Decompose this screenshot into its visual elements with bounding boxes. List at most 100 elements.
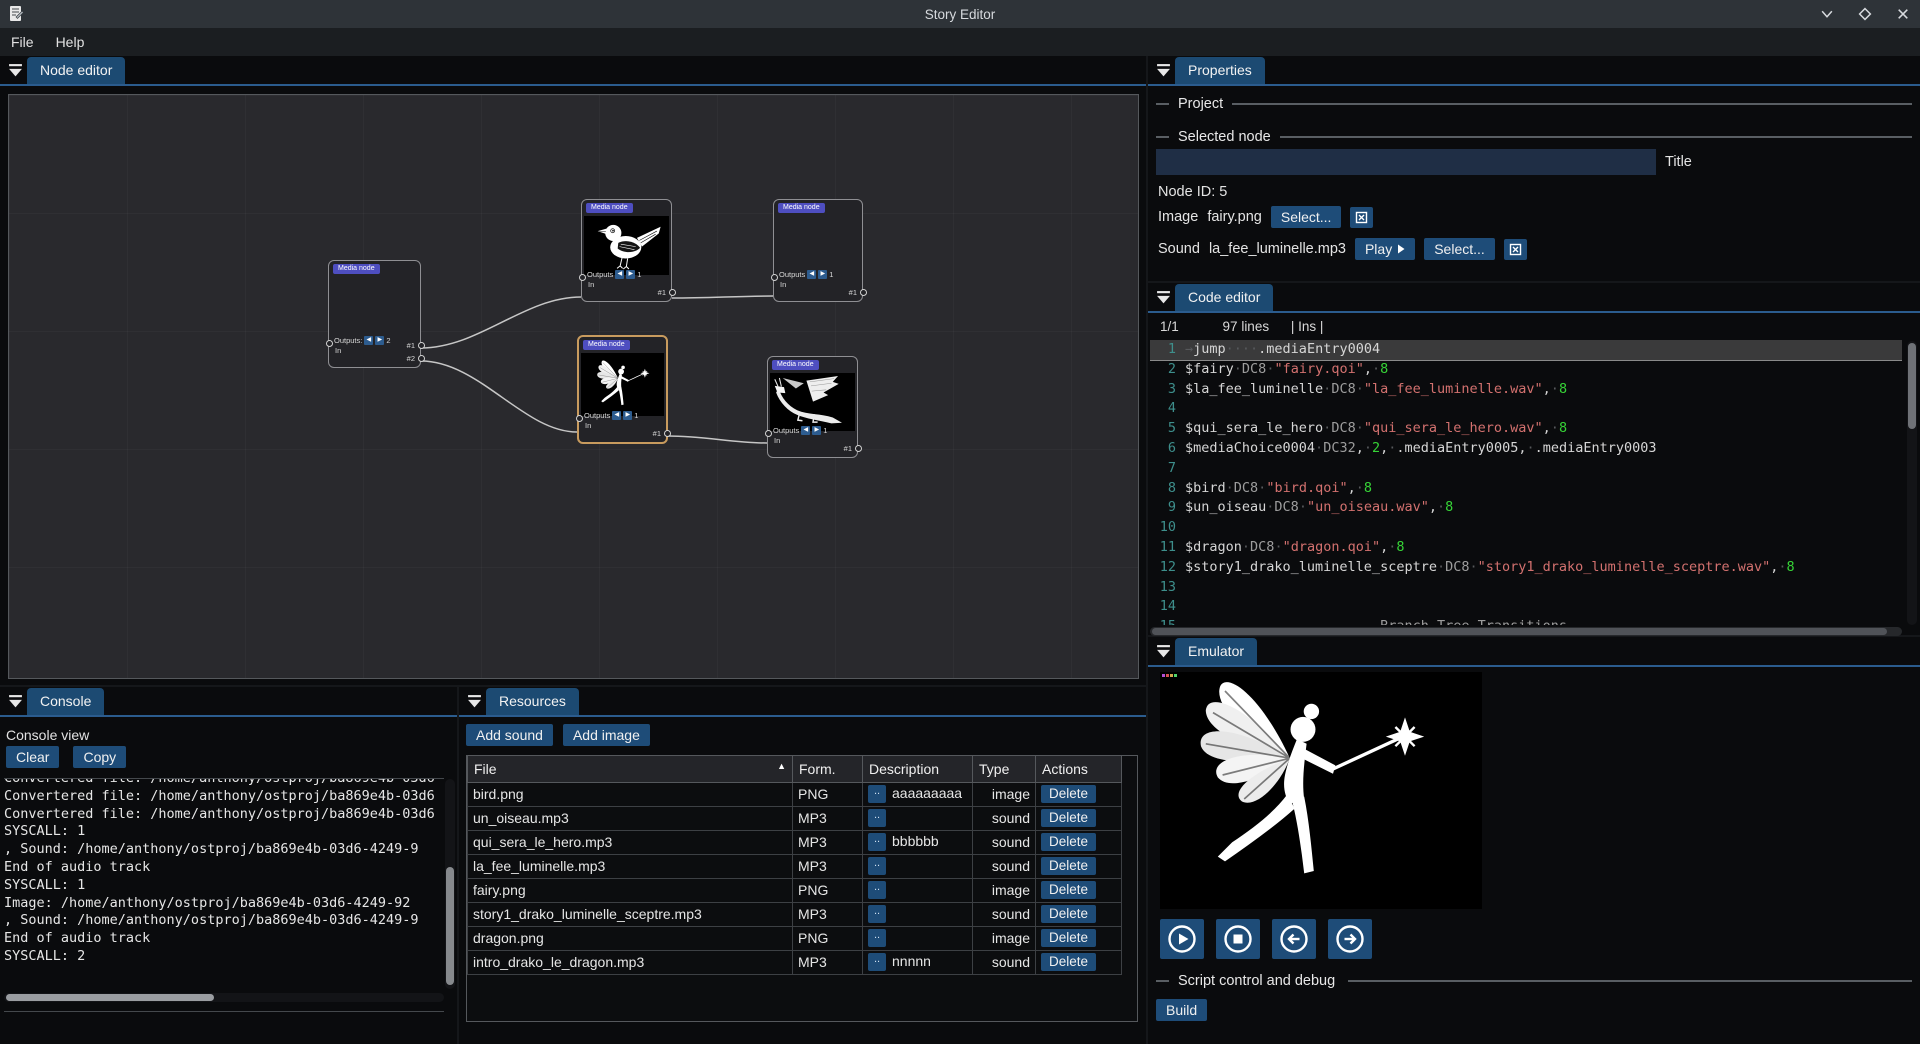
- code-area[interactable]: 1→jump····.mediaEntry00042$fairy·DC8·"fa…: [1150, 340, 1902, 625]
- step-back-button[interactable]: [1272, 919, 1316, 959]
- maximize-button[interactable]: [1858, 7, 1872, 21]
- edit-description-button[interactable]: ..: [868, 833, 886, 851]
- stop-button[interactable]: [1216, 919, 1260, 959]
- edit-description-button[interactable]: ..: [868, 905, 886, 923]
- add-sound-button[interactable]: Add sound: [466, 724, 553, 746]
- output-pin[interactable]: [418, 342, 425, 349]
- delete-button[interactable]: Delete: [1041, 881, 1096, 899]
- collapse-panel-icon[interactable]: [1156, 290, 1171, 305]
- increase-outputs-button[interactable]: ▶: [626, 270, 635, 279]
- tab-console[interactable]: Console: [27, 688, 104, 715]
- column-description[interactable]: Description: [863, 756, 973, 782]
- cell-file: dragon.png: [468, 926, 793, 950]
- graph-node[interactable]: Media node Outputs ◀ ▶ 1 In #1: [773, 199, 863, 302]
- console-horizontal-scrollbar[interactable]: [4, 993, 444, 1002]
- edit-description-button[interactable]: ..: [868, 929, 886, 947]
- input-pin[interactable]: [326, 340, 333, 347]
- increase-outputs-button[interactable]: ▶: [623, 411, 632, 420]
- delete-button[interactable]: Delete: [1041, 785, 1096, 803]
- delete-button[interactable]: Delete: [1041, 953, 1096, 971]
- collapse-panel-icon[interactable]: [1156, 63, 1171, 78]
- output-pin[interactable]: [664, 430, 671, 437]
- tab-resources[interactable]: Resources: [486, 688, 579, 715]
- edit-description-button[interactable]: ..: [868, 809, 886, 827]
- increase-outputs-button[interactable]: ▶: [812, 426, 821, 435]
- play-button[interactable]: [1160, 919, 1204, 959]
- input-pin[interactable]: [579, 274, 586, 281]
- output-pin[interactable]: [418, 355, 425, 362]
- output-pin[interactable]: [860, 289, 867, 296]
- table-row[interactable]: intro_drako_le_dragon.mp3MP3..nnnnnsound…: [468, 950, 1122, 974]
- edit-description-button[interactable]: ..: [868, 857, 886, 875]
- table-row[interactable]: qui_sera_le_hero.mp3MP3..bbbbbbsoundDele…: [468, 830, 1122, 854]
- menu-help[interactable]: Help: [45, 30, 96, 54]
- decrease-outputs-button[interactable]: ◀: [615, 270, 624, 279]
- collapse-panel-icon[interactable]: [8, 694, 23, 709]
- column-type[interactable]: Type: [973, 756, 1036, 782]
- clear-button[interactable]: Clear: [6, 746, 59, 768]
- clear-sound-button[interactable]: [1504, 239, 1527, 260]
- node-output-row: #1: [658, 288, 668, 297]
- table-row[interactable]: dragon.pngPNG..imageDelete: [468, 926, 1122, 950]
- table-row[interactable]: fairy.pngPNG..imageDelete: [468, 878, 1122, 902]
- decrease-outputs-button[interactable]: ◀: [807, 270, 816, 279]
- edit-description-button[interactable]: ..: [868, 881, 886, 899]
- node-graph-canvas[interactable]: Media node Outputs: ◀ ▶ 2 In #1 #2 Media…: [8, 94, 1139, 679]
- collapse-panel-icon[interactable]: [8, 63, 23, 78]
- edit-description-button[interactable]: ..: [868, 953, 886, 971]
- table-row[interactable]: la_fee_luminelle.mp3MP3..soundDelete: [468, 854, 1122, 878]
- increase-outputs-button[interactable]: ▶: [375, 336, 384, 345]
- build-button[interactable]: Build: [1156, 999, 1207, 1021]
- tab-code-editor[interactable]: Code editor: [1175, 284, 1273, 311]
- increase-outputs-button[interactable]: ▶: [818, 270, 827, 279]
- copy-button[interactable]: Copy: [73, 746, 126, 768]
- select-sound-button[interactable]: Select...: [1424, 238, 1495, 260]
- menu-file[interactable]: File: [0, 30, 45, 54]
- play-sound-button[interactable]: Play: [1355, 238, 1415, 260]
- line-number: 4: [1150, 399, 1176, 419]
- input-pin[interactable]: [765, 430, 772, 437]
- code-vertical-scrollbar[interactable]: [1907, 341, 1917, 625]
- table-row[interactable]: un_oiseau.mp3MP3..soundDelete: [468, 806, 1122, 830]
- graph-node-dragon[interactable]: Media node Outputs ◀ ▶ 1 In #1: [767, 356, 858, 458]
- decrease-outputs-button[interactable]: ◀: [801, 426, 810, 435]
- console-vertical-scrollbar[interactable]: [445, 779, 455, 989]
- delete-button[interactable]: Delete: [1041, 833, 1096, 851]
- output-pin[interactable]: [669, 289, 676, 296]
- delete-button[interactable]: Delete: [1041, 905, 1096, 923]
- line-number: 10: [1150, 518, 1176, 538]
- column-form[interactable]: Form.: [793, 756, 863, 782]
- edit-description-button[interactable]: ..: [868, 785, 886, 803]
- properties-tabrow: Properties: [1148, 56, 1920, 86]
- select-image-button[interactable]: Select...: [1271, 206, 1342, 228]
- graph-node-bird[interactable]: Media node Outputs ◀ ▶ 1 In #1: [581, 199, 672, 302]
- collapse-panel-icon[interactable]: [1156, 644, 1171, 659]
- graph-node[interactable]: Media node Outputs: ◀ ▶ 2 In #1 #2: [328, 260, 421, 368]
- close-button[interactable]: [1896, 7, 1910, 21]
- delete-button[interactable]: Delete: [1041, 929, 1096, 947]
- tab-properties[interactable]: Properties: [1175, 57, 1265, 84]
- code-horizontal-scrollbar[interactable]: [1150, 627, 1902, 636]
- minimize-button[interactable]: [1820, 7, 1834, 21]
- add-image-button[interactable]: Add image: [563, 724, 650, 746]
- title-input[interactable]: [1156, 149, 1656, 175]
- collapse-panel-icon[interactable]: [467, 694, 482, 709]
- cell-form: MP3: [793, 950, 863, 974]
- input-pin[interactable]: [576, 415, 583, 422]
- column-file[interactable]: File▲: [468, 756, 793, 782]
- tab-emulator[interactable]: Emulator: [1175, 638, 1257, 665]
- decrease-outputs-button[interactable]: ◀: [612, 411, 621, 420]
- table-row[interactable]: story1_drako_luminelle_sceptre.mp3MP3..s…: [468, 902, 1122, 926]
- table-row[interactable]: bird.pngPNG..aaaaaaaaaimageDelete: [468, 782, 1122, 806]
- delete-button[interactable]: Delete: [1041, 857, 1096, 875]
- tab-node-editor[interactable]: Node editor: [27, 57, 125, 84]
- console-log[interactable]: Convertered file: /home/anthony/ostproj/…: [4, 778, 444, 990]
- output-pin[interactable]: [855, 445, 862, 452]
- input-pin[interactable]: [771, 274, 778, 281]
- graph-node-fairy[interactable]: Media node Outputs ◀ ▶ 1 In #1: [577, 335, 668, 444]
- decrease-outputs-button[interactable]: ◀: [364, 336, 373, 345]
- clear-image-button[interactable]: [1350, 207, 1373, 228]
- column-actions[interactable]: Actions: [1036, 756, 1122, 782]
- delete-button[interactable]: Delete: [1041, 809, 1096, 827]
- step-forward-button[interactable]: [1328, 919, 1372, 959]
